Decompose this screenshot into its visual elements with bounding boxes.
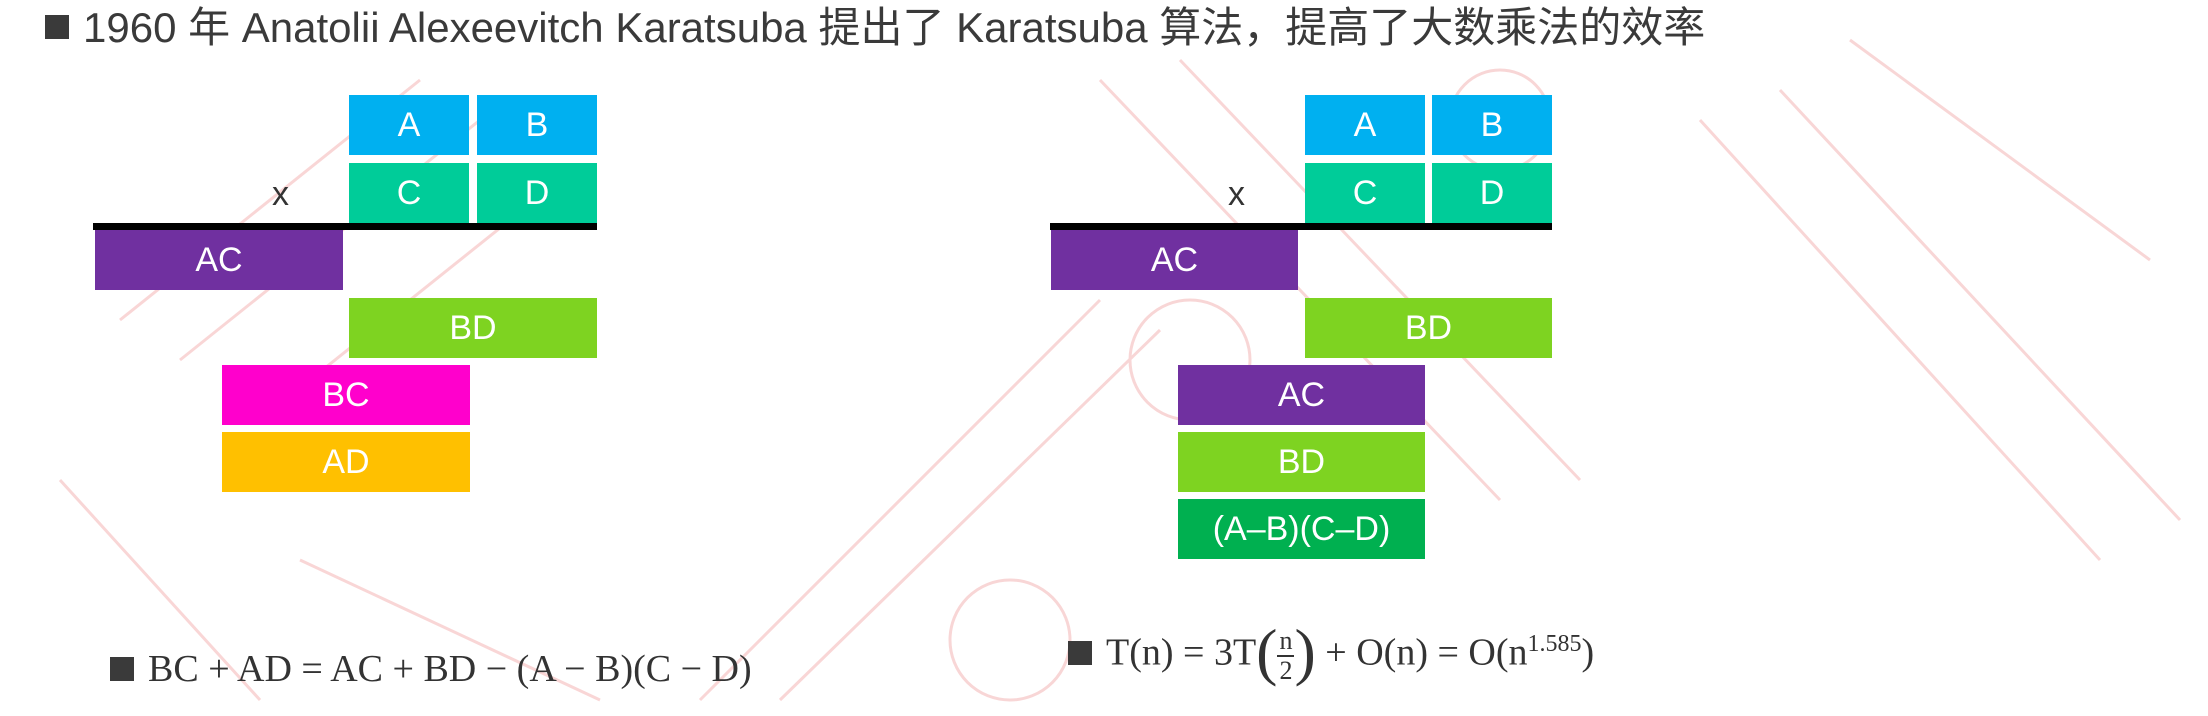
exponent: 1.585 bbox=[1527, 631, 1582, 658]
box-b: B bbox=[477, 95, 597, 155]
recurrence-middle: + O(n) = O(n bbox=[1315, 631, 1528, 674]
box-bd: BD bbox=[349, 298, 597, 358]
slide-title: 1960 年 Anatolii Alexeevitch Karatsuba 提出… bbox=[45, 6, 1705, 50]
box-bd: BD bbox=[1305, 298, 1552, 358]
box-c: C bbox=[349, 163, 469, 223]
multiplication-line bbox=[93, 223, 597, 230]
times-sign: x bbox=[272, 175, 289, 213]
recurrence-suffix: ) bbox=[1581, 631, 1595, 674]
box-a: A bbox=[1305, 95, 1425, 155]
box-c: C bbox=[1305, 163, 1425, 223]
box-d: D bbox=[477, 163, 597, 223]
bullet-square-icon bbox=[1068, 641, 1092, 665]
box-a-minus-b-c-minus-d: (A–B)(C–D) bbox=[1178, 499, 1425, 559]
box-ad: AD bbox=[222, 432, 470, 492]
recurrence-prefix: T(n) = 3T bbox=[1106, 631, 1257, 674]
box-ac: AC bbox=[95, 230, 343, 290]
multiplication-line bbox=[1050, 223, 1552, 230]
box-b: B bbox=[1432, 95, 1552, 155]
box-ac: AC bbox=[1051, 230, 1298, 290]
box-bc: BC bbox=[222, 365, 470, 425]
right-paren: ) bbox=[1294, 616, 1316, 687]
fraction-numerator: n bbox=[1277, 626, 1295, 657]
watermark bbox=[58, 38, 2182, 702]
title-text: 1960 年 Anatolii Alexeevitch Karatsuba 提出… bbox=[83, 4, 1706, 51]
bullet-square-icon bbox=[110, 657, 134, 682]
fraction-denominator: 2 bbox=[1279, 656, 1293, 685]
times-sign: x bbox=[1228, 175, 1245, 213]
fraction: n2 bbox=[1277, 626, 1295, 685]
formula-left: BC + AD = AC + BD − (A − B)(C − D) bbox=[110, 647, 752, 691]
box-d: D bbox=[1432, 163, 1552, 223]
box-a: A bbox=[349, 95, 469, 155]
box-bd-2: BD bbox=[1178, 432, 1425, 492]
box-ac-2: AC bbox=[1178, 365, 1425, 425]
formula-left-text: BC + AD = AC + BD − (A − B)(C − D) bbox=[148, 648, 752, 690]
formula-right: T(n) = 3T(n 2) + O(n) = O(n1.585) bbox=[1068, 620, 1595, 688]
bullet-square-icon bbox=[45, 14, 69, 39]
left-paren: ( bbox=[1256, 616, 1278, 687]
